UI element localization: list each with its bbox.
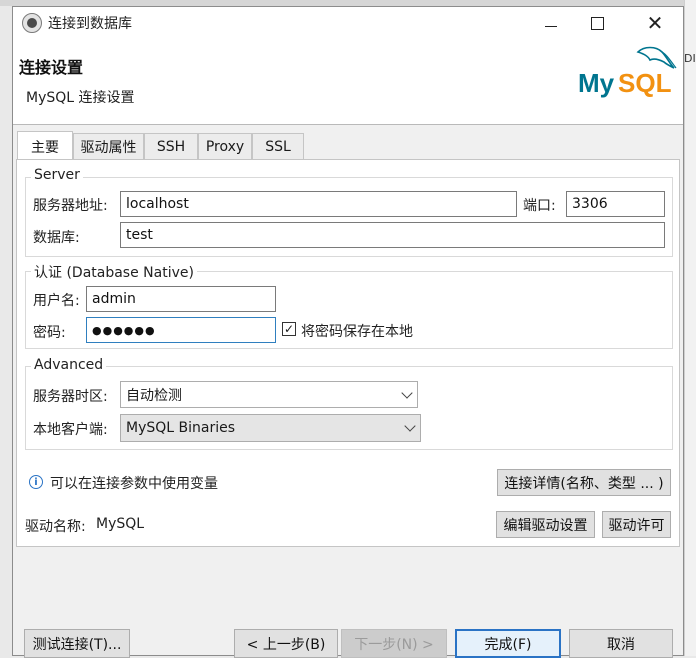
port-input[interactable]: 3306 — [566, 191, 665, 217]
username-input[interactable]: admin — [86, 286, 276, 312]
finish-button[interactable]: 完成(F) — [455, 629, 561, 658]
dbeaver-app-icon — [22, 13, 42, 33]
server-group-title: Server — [31, 167, 83, 183]
timezone-select[interactable]: 自动检测 — [120, 381, 418, 408]
port-label: 端口: — [523, 198, 556, 214]
maximize-button[interactable] — [574, 7, 620, 39]
database-input[interactable]: test — [120, 222, 665, 248]
timezone-label: 服务器时区: — [33, 389, 108, 405]
next-button[interactable]: 下一步(N) > — [341, 629, 447, 658]
mysql-logo: My SQL — [578, 44, 680, 100]
window-title: 连接到数据库 — [48, 16, 132, 32]
password-input[interactable]: ●●●●●● — [86, 317, 276, 343]
minimize-icon — [545, 25, 557, 27]
client-value: MySQL Binaries — [126, 420, 236, 436]
background-window-edge — [684, 0, 696, 656]
password-label: 密码: — [33, 325, 66, 341]
close-button[interactable]: ✕ — [632, 7, 678, 39]
info-icon: i — [29, 475, 43, 489]
chevron-down-icon — [404, 420, 416, 432]
chevron-down-icon — [401, 387, 413, 399]
test-connection-button[interactable]: 测试连接(T)... — [24, 629, 130, 658]
minimize-button[interactable] — [528, 7, 574, 39]
host-label: 服务器地址: — [33, 198, 108, 214]
background-text-fragment: DI — [684, 52, 696, 65]
back-button[interactable]: < 上一步(B) — [234, 629, 338, 658]
driver-license-button[interactable]: 驱动许可 — [602, 511, 671, 538]
tab-ssl[interactable]: SSL — [252, 133, 304, 160]
logo-text-my: My — [578, 68, 615, 98]
driver-name-label: 驱动名称: — [25, 519, 86, 535]
client-select[interactable]: MySQL Binaries — [120, 414, 421, 442]
save-password-label[interactable]: 将密码保存在本地 — [301, 321, 413, 341]
tab-main[interactable]: 主要 — [17, 131, 73, 161]
page-title: 连接设置 — [19, 58, 84, 77]
connection-details-button[interactable]: 连接详情(名称、类型 ... ) — [497, 469, 671, 496]
auth-group-title: 认证 (Database Native) — [31, 262, 197, 282]
mysql-dolphin-icon: My SQL — [578, 46, 677, 98]
save-password-checkbox[interactable]: ✓ — [282, 322, 296, 336]
cancel-button[interactable]: 取消 — [569, 629, 673, 658]
advanced-group-title: Advanced — [31, 357, 107, 373]
username-label: 用户名: — [33, 293, 80, 309]
tab-ssh[interactable]: SSH — [144, 133, 198, 160]
database-label: 数据库: — [33, 230, 80, 246]
page-subtitle: MySQL 连接设置 — [26, 90, 135, 106]
driver-name-value: MySQL — [96, 516, 145, 532]
tab-proxy[interactable]: Proxy — [198, 133, 252, 160]
client-label: 本地客户端: — [33, 422, 108, 438]
close-icon: ✕ — [646, 11, 664, 35]
variables-hint: 可以在连接参数中使用变量 — [50, 476, 218, 492]
edit-driver-button[interactable]: 编辑驱动设置 — [496, 511, 595, 538]
logo-text-sql: SQL — [618, 68, 672, 98]
host-input[interactable]: localhost — [120, 191, 517, 217]
timezone-value: 自动检测 — [126, 387, 182, 404]
tab-driver-properties[interactable]: 驱动属性 — [73, 133, 144, 160]
maximize-icon — [590, 16, 604, 30]
